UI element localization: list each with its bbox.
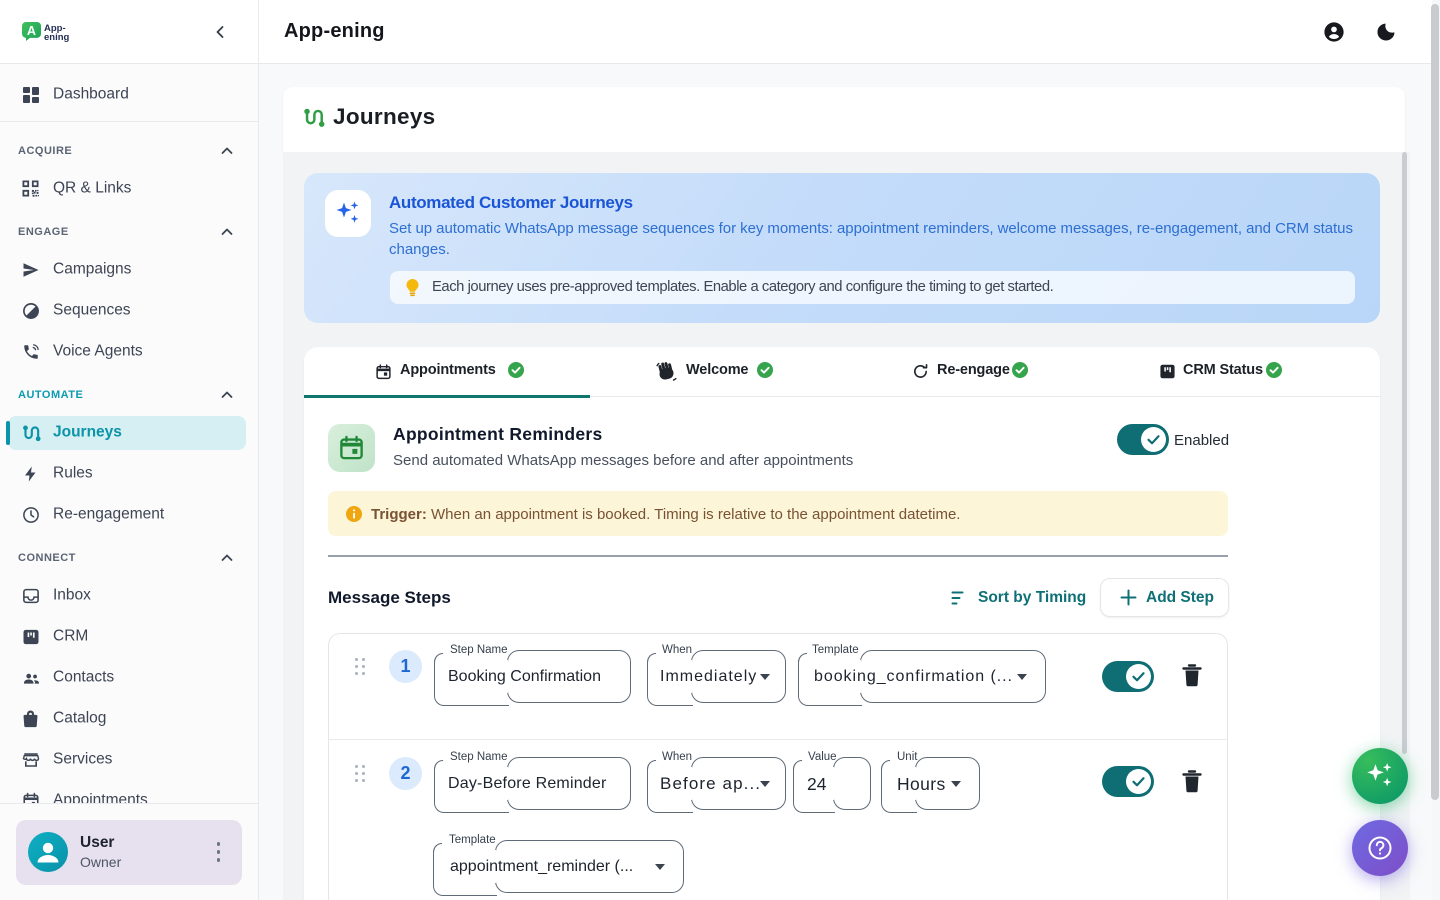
svg-text:A: A [27, 24, 36, 38]
